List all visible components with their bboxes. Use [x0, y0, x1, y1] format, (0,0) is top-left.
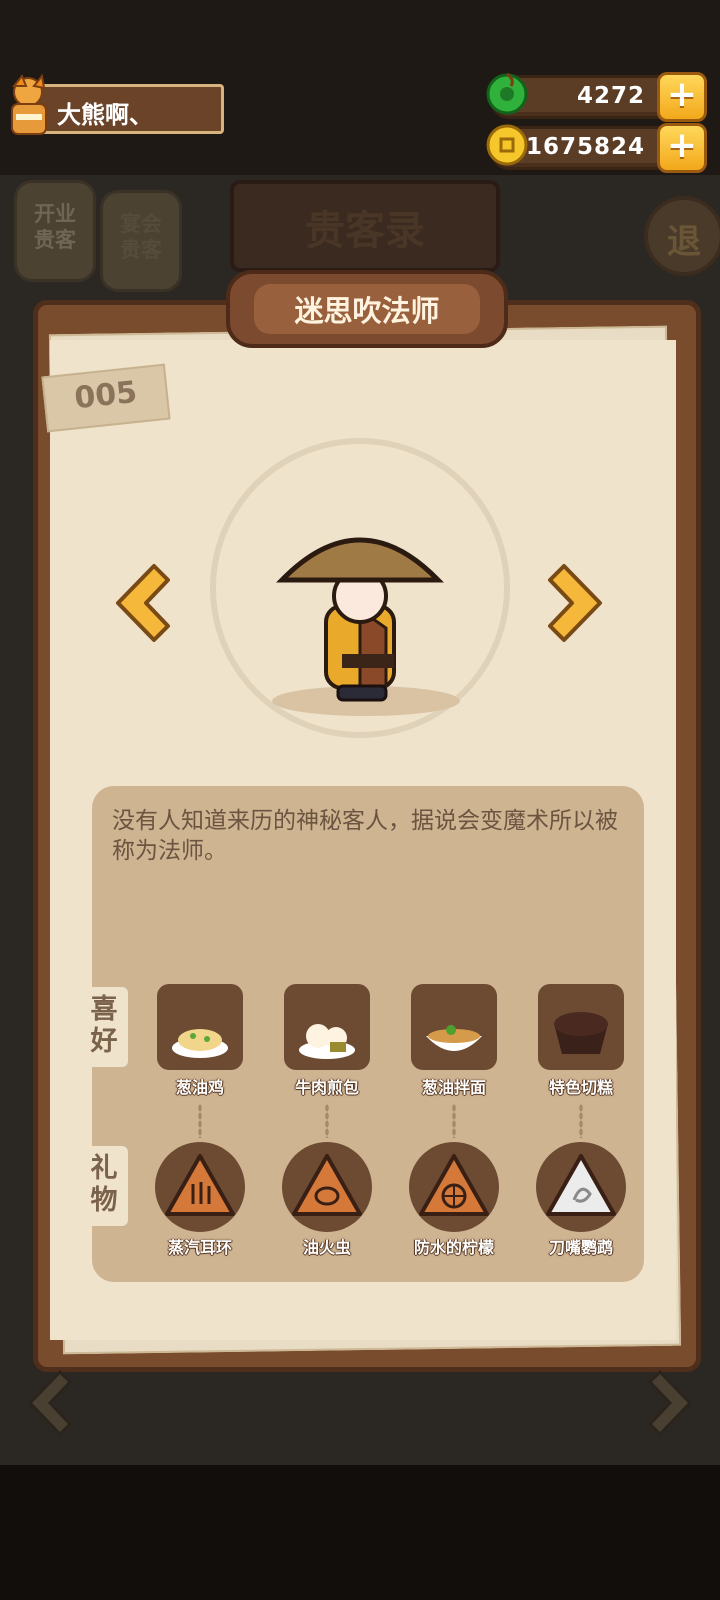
scallion-chicken-icon [172, 1029, 228, 1058]
gift-name-3: 防水的柠檬 [413, 1238, 494, 1257]
oil-firefly-icon [292, 1154, 362, 1216]
tab-open-guests[interactable]: 开业贵客 [14, 180, 96, 282]
background-title-plate: 贵客录 [230, 180, 500, 272]
gift-item-2[interactable] [282, 1142, 372, 1232]
gold-coin-icon [486, 124, 528, 166]
like-name-2: 牛肉煎包 [294, 1078, 359, 1097]
beef-bun-icon [299, 1024, 355, 1059]
coin-counter: 1675824 + [486, 123, 707, 173]
tab-banquet-guests-label: 宴会贵客 [120, 212, 162, 262]
add-coins-button[interactable]: + [657, 123, 707, 173]
gift-item-4[interactable] [536, 1142, 626, 1232]
like-item-1[interactable] [157, 984, 243, 1070]
waterproof-lemon-icon [419, 1154, 489, 1216]
tab-banquet-guests[interactable]: 宴会贵客 [100, 190, 182, 292]
player-name: 大熊啊、 [57, 101, 153, 129]
like-item-3[interactable] [411, 984, 497, 1070]
like-name-3: 葱油拌面 [421, 1078, 486, 1097]
player-avatar[interactable] [4, 74, 56, 138]
gift-name-2: 油火虫 [302, 1238, 351, 1257]
gift-item-3[interactable] [409, 1142, 499, 1232]
guest-description: 没有人知道来历的神秘客人，据说会变魔术所以被称为法师。 [112, 808, 618, 864]
blade-parrot-icon [546, 1154, 616, 1216]
connector-dots [452, 1104, 456, 1138]
prev-guest-button[interactable] [110, 560, 172, 646]
next-guest-button[interactable] [546, 560, 608, 646]
like-name-1: 葱油鸡 [175, 1078, 224, 1097]
tab-open-guests-label: 开业贵客 [34, 202, 76, 252]
bottom-bar [0, 1465, 720, 1600]
player-name-box[interactable]: 大熊啊、 [28, 84, 224, 134]
gifts-label: 礼物 [80, 1146, 128, 1226]
gift-name-1: 蒸汽耳环 [167, 1238, 232, 1257]
guest-name: 迷思吹法师 [294, 294, 440, 328]
gem-counter: 4272 + [486, 72, 707, 122]
gem-count: 4272 [576, 83, 645, 109]
bg-prev-page-icon [27, 1369, 73, 1437]
scallion-noodles-icon [426, 1025, 482, 1051]
steam-earring-icon [165, 1154, 235, 1216]
like-name-4: 特色切糕 [548, 1078, 613, 1097]
gift-name-4: 刀嘴鹦鹉 [548, 1238, 613, 1257]
background-title: 贵客录 [305, 208, 425, 254]
like-item-2[interactable] [284, 984, 370, 1070]
green-jade-icon [486, 72, 528, 115]
add-gems-button[interactable]: + [657, 72, 707, 122]
coin-count: 1675824 [525, 134, 645, 160]
exit-label: 退 [667, 222, 701, 262]
connector-dots [579, 1104, 583, 1138]
bg-next-page-icon [647, 1369, 693, 1437]
gift-item-1[interactable] [155, 1142, 245, 1232]
connector-dots [325, 1104, 329, 1138]
guest-name-plate: 迷思吹法师 [226, 270, 508, 348]
like-item-4[interactable] [538, 984, 624, 1070]
exit-button[interactable]: 退 [644, 196, 720, 276]
guest-character[interactable] [276, 518, 444, 714]
guest-number: 005 [72, 374, 139, 417]
connector-dots [198, 1104, 202, 1138]
nut-cake-icon [554, 1012, 608, 1054]
likes-label: 喜好 [80, 987, 128, 1067]
